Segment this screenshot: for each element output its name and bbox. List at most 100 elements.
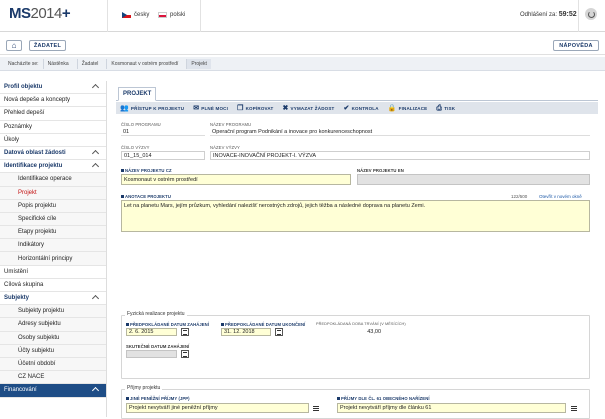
- main-panel: PROJEKT 👥 PŘÍSTUP K PROJEKTU ✉ PLNÉ MOCI ❐ KO…: [116, 83, 598, 419]
- sidebar-item-label: Umístění: [4, 268, 29, 275]
- sidebar-item[interactable]: Cílová skupina: [0, 279, 106, 292]
- sidebar-item-label: Úkoly: [4, 136, 20, 143]
- duration-label: PŘEDPOKLÁDANÁ DOBA TRVÁNÍ (V MĚSÍCÍCH): [316, 322, 406, 326]
- sidebar-item[interactable]: Identifikace projektu: [0, 160, 106, 174]
- start-date-calendar-icon[interactable]: [181, 328, 189, 336]
- open-new-window-link[interactable]: Otevřít v novém okně: [539, 194, 582, 199]
- annotation-counter: 122/500: [511, 194, 528, 199]
- program-no-value: 01: [121, 128, 205, 136]
- sidebar-item[interactable]: Projekt: [0, 186, 106, 200]
- czech-flag-icon: [122, 12, 131, 18]
- sidebar-item[interactable]: Profil objektu: [0, 81, 106, 95]
- sidebar-item[interactable]: Horizontální principy: [0, 252, 106, 266]
- sidebar-item[interactable]: Datová oblast žádosti: [0, 147, 106, 161]
- sidebar-item-label: Profil objektu: [4, 84, 43, 91]
- toolbar-button[interactable]: ✉ PLNÉ MOCI: [193, 105, 228, 112]
- logout-power-icon[interactable]: [585, 8, 597, 20]
- sidebar-item[interactable]: Nová depeše a koncepty: [0, 94, 106, 108]
- toolbar-button[interactable]: ⎙ TISK: [436, 105, 455, 112]
- applicant-button[interactable]: ŽADATEL: [29, 40, 66, 51]
- sidebar-item-label: Cílová skupina: [4, 281, 44, 288]
- toolbar-button[interactable]: 🔒 FINALIZACE: [388, 105, 428, 112]
- home-button[interactable]: ⌂: [6, 40, 22, 51]
- breadcrumb-prefix: Nacházíte se:: [8, 60, 39, 67]
- sidebar-item[interactable]: Identifikace operace: [0, 173, 106, 187]
- sidebar-item[interactable]: Indikátory: [0, 239, 106, 253]
- header-divider: [578, 0, 579, 32]
- annotation-textarea[interactable]: Let na planetu Mars, jejím průzkum, vyhl…: [121, 200, 590, 232]
- project-name-en-input[interactable]: [357, 174, 590, 185]
- sidebar-item[interactable]: Adresy subjektu: [0, 318, 106, 332]
- sidebar-item[interactable]: Subjekty projektu: [0, 305, 106, 319]
- other-income-select[interactable]: Projekt nevytváří jiné peněžní příjmy: [126, 403, 309, 413]
- sidebar-item-label: Horizontální principy: [18, 255, 73, 262]
- project-name-cz-input[interactable]: Kosmonaut v ostrém prostředí: [121, 174, 351, 185]
- sidebar-item[interactable]: Účty subjektu: [0, 344, 106, 358]
- sidebar-item-label: Datová oblast žádosti: [4, 150, 66, 157]
- toolbar-button[interactable]: ✖ VYMAZAT ŽÁDOST: [282, 105, 334, 112]
- sidebar-item[interactable]: Úkoly: [0, 134, 106, 147]
- chevron-up-icon[interactable]: [91, 149, 100, 157]
- help-button[interactable]: NÁPOVĚDA: [553, 40, 599, 51]
- art61-income-list-icon[interactable]: [570, 404, 578, 412]
- call-name-value: INOVACE-INOVAČNÍ PROJEKT-I. VÝZVA: [210, 151, 590, 160]
- polish-flag-icon: [158, 12, 167, 18]
- actual-start-calendar-icon[interactable]: [181, 350, 189, 358]
- call-name-label: NÁZEV VÝZVY: [210, 145, 240, 150]
- chevron-up-icon[interactable]: [91, 387, 100, 395]
- sidebar-item-label: Projekt: [18, 189, 37, 196]
- sidebar-item[interactable]: Etapy projektu: [0, 226, 106, 240]
- start-date-label: PŘEDPOKLÁDANÉ DATUM ZAHÁJENÍ: [126, 322, 209, 327]
- sidebar-item-label: Přehled depeší: [4, 110, 45, 117]
- x-icon: ✖: [282, 104, 289, 112]
- sidebar-item-label: Osoby subjektu: [18, 334, 60, 341]
- breadcrumb-item[interactable]: Kosmonaut v ostrém prostředí: [106, 58, 182, 69]
- chevron-up-icon[interactable]: [91, 163, 100, 171]
- sidebar-item[interactable]: Účetní období: [0, 357, 106, 372]
- lock-icon: 🔒: [387, 104, 397, 112]
- sidebar-item[interactable]: Specifické cíle: [0, 212, 106, 227]
- end-date-input[interactable]: 31. 12. 2018: [221, 328, 271, 336]
- ms2014-logo[interactable]: MS2014+: [9, 5, 71, 22]
- tab-strip: PROJEKT: [116, 83, 598, 101]
- sidebar-item[interactable]: Přehled depeší: [0, 107, 106, 121]
- tab-project[interactable]: PROJEKT: [118, 87, 157, 101]
- actual-start-input[interactable]: [126, 350, 177, 358]
- sidebar-item[interactable]: CZ NACE: [0, 371, 106, 385]
- toolbar-button[interactable]: ✔ KONTROLA: [344, 105, 379, 112]
- art61-income-select[interactable]: Projekt nevytváří příjmy dle článku 61: [337, 403, 566, 413]
- breadcrumb-item[interactable]: Nástěnka: [42, 58, 73, 69]
- lang-pl-link[interactable]: polski: [158, 12, 185, 18]
- lang-pl-label: polski: [170, 12, 186, 18]
- header-divider: [200, 0, 201, 32]
- income-legend: Příjmy projektu: [125, 385, 163, 391]
- actual-start-label: SKUTEČNÉ DATUM ZAHÁJENÍ: [126, 344, 190, 349]
- breadcrumb-item[interactable]: Žadatel: [76, 58, 103, 69]
- sidebar-item-label: Indikátory: [18, 242, 45, 249]
- header-divider: [107, 0, 108, 32]
- other-income-list-icon[interactable]: [312, 404, 320, 412]
- end-date-calendar-icon[interactable]: [275, 328, 283, 336]
- sidebar-item[interactable]: Umístění: [0, 266, 106, 279]
- start-date-input[interactable]: 2. 6. 2015: [126, 328, 177, 336]
- chevron-up-icon[interactable]: [91, 83, 100, 92]
- breadcrumb-item-current: Projekt: [186, 58, 211, 69]
- toolbar-button[interactable]: 👥 PŘÍSTUP K PROJEKTU: [120, 105, 184, 112]
- toolbar-button-label: KONTROLA: [351, 105, 379, 111]
- toolbar-button-label: PŘÍSTUP K PROJEKTU: [130, 105, 185, 111]
- logout-time: 59:52: [558, 11, 577, 18]
- app-header: MS2014+ česky polski Odhlášení za: 59:52: [0, 0, 605, 32]
- sidebar-item-label: CZ NACE: [18, 374, 45, 381]
- sidebar-item[interactable]: Subjekty: [0, 292, 106, 306]
- program-name-value: Operační program Podnikání a inovace pro…: [210, 128, 590, 136]
- sidebar-item[interactable]: Poznámky: [0, 121, 106, 134]
- sidebar-item[interactable]: Popis projektu: [0, 199, 106, 213]
- mail-icon: ✉: [193, 104, 200, 112]
- sidebar-item-label: Poznámky: [4, 123, 33, 130]
- lang-cz-link[interactable]: česky: [122, 12, 149, 18]
- chevron-up-icon[interactable]: [91, 294, 100, 303]
- toolbar-button-label: FINALIZACE: [398, 105, 428, 111]
- toolbar-button[interactable]: ❐ KOPÍROVAT: [237, 105, 273, 112]
- sidebar-item[interactable]: Financování: [0, 384, 106, 398]
- sidebar-item[interactable]: Osoby subjektu: [0, 331, 106, 345]
